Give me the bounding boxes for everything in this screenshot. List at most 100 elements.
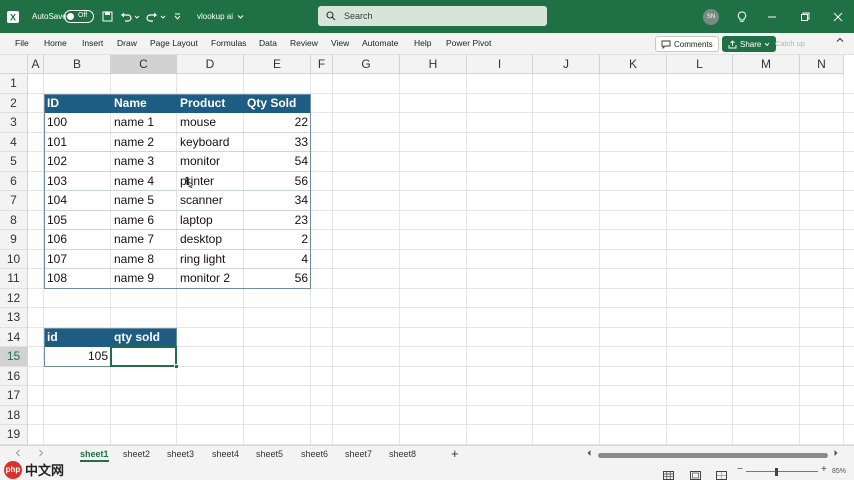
table-cell[interactable]: 33 xyxy=(244,133,311,152)
row-header-7[interactable]: 7 xyxy=(0,191,28,211)
comments-button[interactable]: Comments xyxy=(655,36,719,52)
row-header-12[interactable]: 12 xyxy=(0,288,28,308)
row-header-2[interactable]: 2 xyxy=(0,93,28,113)
search-input[interactable]: Search xyxy=(318,6,547,26)
column-header-a[interactable]: A xyxy=(28,55,44,74)
table-header-cell[interactable]: ID xyxy=(44,93,111,113)
row-header-18[interactable]: 18 xyxy=(0,405,28,425)
lightbulb-icon[interactable] xyxy=(737,0,747,33)
zoom-slider-thumb[interactable] xyxy=(775,468,778,476)
table-header-cell[interactable]: Qty Sold xyxy=(244,93,311,113)
tab-draw[interactable]: Draw xyxy=(117,38,137,48)
table-cell[interactable]: name 1 xyxy=(111,113,177,133)
table-cell[interactable]: name 9 xyxy=(111,269,177,289)
sheet-scroll-right-icon[interactable] xyxy=(38,449,44,459)
fill-handle[interactable] xyxy=(174,363,179,369)
autosave-toggle[interactable]: Off xyxy=(64,0,94,33)
zoom-in-button[interactable]: + xyxy=(821,464,827,475)
table-cell[interactable]: 56 xyxy=(244,172,311,191)
column-header-l[interactable]: L xyxy=(667,55,733,74)
column-header-m[interactable]: M xyxy=(733,55,800,74)
column-header-c[interactable]: C xyxy=(111,55,177,74)
table-cell[interactable]: name 2 xyxy=(111,133,177,152)
table-cell[interactable]: scanner xyxy=(177,191,244,211)
row-header-14[interactable]: 14 xyxy=(0,327,28,347)
tab-automate[interactable]: Automate xyxy=(362,38,398,48)
spreadsheet-grid[interactable]: ABCDEFGHIJKLMN 1 2 3 4 5 6 7 8 9 10 11 12 13 14 15 16 17… xyxy=(0,55,854,445)
table-cell[interactable]: 107 xyxy=(44,250,111,269)
horizontal-scrollbar[interactable] xyxy=(598,453,828,458)
save-icon[interactable] xyxy=(102,0,113,33)
catch-up-button[interactable]: Catch up xyxy=(775,39,805,48)
row-header-17[interactable]: 17 xyxy=(0,386,28,406)
tab-home[interactable]: Home xyxy=(44,38,67,48)
lookup-qty-cell[interactable] xyxy=(111,347,177,367)
table-cell[interactable]: 103 xyxy=(44,172,111,191)
lookup-header-qty[interactable]: qty sold xyxy=(111,327,177,347)
hscroll-right-icon[interactable] xyxy=(833,449,839,459)
lookup-header-id[interactable]: id xyxy=(44,327,111,347)
sheet-tab-sheet4[interactable]: sheet4 xyxy=(212,449,239,459)
table-cell[interactable]: 2 xyxy=(244,230,311,250)
column-header-i[interactable]: I xyxy=(467,55,533,74)
table-cell[interactable]: 4 xyxy=(244,250,311,269)
table-cell[interactable]: keyboard xyxy=(177,133,244,152)
column-header-g[interactable]: G xyxy=(333,55,400,74)
table-cell[interactable]: 108 xyxy=(44,269,111,289)
restore-icon[interactable] xyxy=(800,0,810,33)
hscroll-left-icon[interactable] xyxy=(586,449,592,459)
sheet-tab-sheet6[interactable]: sheet6 xyxy=(301,449,328,459)
row-header-10[interactable]: 10 xyxy=(0,249,28,269)
column-header-h[interactable]: H xyxy=(400,55,467,74)
sheet-scroll-left-icon[interactable] xyxy=(15,449,21,459)
table-header-cell[interactable]: Product xyxy=(177,93,244,113)
table-cell[interactable]: name 3 xyxy=(111,152,177,172)
tab-power-pivot[interactable]: Power Pivot xyxy=(446,38,491,48)
table-cell[interactable]: 54 xyxy=(244,152,311,172)
redo-dropdown-icon[interactable] xyxy=(160,0,166,33)
tab-file[interactable]: File xyxy=(15,38,29,48)
table-cell[interactable]: 104 xyxy=(44,191,111,211)
table-cell[interactable]: desktop xyxy=(177,230,244,250)
table-cell[interactable]: 102 xyxy=(44,152,111,172)
zoom-slider-track[interactable] xyxy=(746,471,818,472)
tab-formulas[interactable]: Formulas xyxy=(211,38,246,48)
redo-icon[interactable] xyxy=(146,0,158,33)
close-icon[interactable] xyxy=(833,0,843,33)
column-header-b[interactable]: B xyxy=(44,55,111,74)
page-break-view-icon[interactable] xyxy=(716,467,727,480)
undo-icon[interactable] xyxy=(120,0,132,33)
ribbon-collapse-icon[interactable] xyxy=(836,36,844,46)
share-button[interactable]: Share xyxy=(722,36,777,52)
zoom-out-button[interactable]: − xyxy=(737,464,743,475)
table-cell[interactable]: name 8 xyxy=(111,250,177,269)
table-cell[interactable]: 56 xyxy=(244,269,311,289)
row-header-1[interactable]: 1 xyxy=(0,74,28,94)
account-button[interactable]: SN xyxy=(703,0,719,33)
row-header-13[interactable]: 13 xyxy=(0,308,28,328)
table-cell[interactable]: monitor 2 xyxy=(177,269,244,289)
customize-toolbar-icon[interactable] xyxy=(174,0,181,33)
table-cell[interactable]: name 4 xyxy=(111,172,177,191)
tab-help[interactable]: Help xyxy=(414,38,431,48)
table-header-cell[interactable]: Name xyxy=(111,93,177,113)
row-header-15[interactable]: 15 xyxy=(0,347,28,367)
column-header-f[interactable]: F xyxy=(311,55,333,74)
table-cell[interactable]: name 5 xyxy=(111,191,177,211)
tab-insert[interactable]: Insert xyxy=(82,38,103,48)
add-sheet-button[interactable]: + xyxy=(451,446,459,461)
sheet-tab-sheet1[interactable]: sheet1 xyxy=(80,449,109,462)
table-cell[interactable]: 34 xyxy=(244,191,311,211)
tab-page-layout[interactable]: Page Layout xyxy=(150,38,198,48)
table-cell[interactable]: monitor xyxy=(177,152,244,172)
table-cell[interactable]: name 7 xyxy=(111,230,177,250)
row-header-16[interactable]: 16 xyxy=(0,366,28,386)
sheet-tab-sheet5[interactable]: sheet5 xyxy=(256,449,283,459)
tab-data[interactable]: Data xyxy=(259,38,277,48)
table-cell[interactable]: 23 xyxy=(244,211,311,230)
row-header-6[interactable]: 6 xyxy=(0,171,28,191)
row-header-4[interactable]: 4 xyxy=(0,132,28,152)
zoom-level[interactable]: 85% xyxy=(832,468,846,475)
column-header-j[interactable]: J xyxy=(533,55,600,74)
sheet-tab-sheet8[interactable]: sheet8 xyxy=(389,449,416,459)
